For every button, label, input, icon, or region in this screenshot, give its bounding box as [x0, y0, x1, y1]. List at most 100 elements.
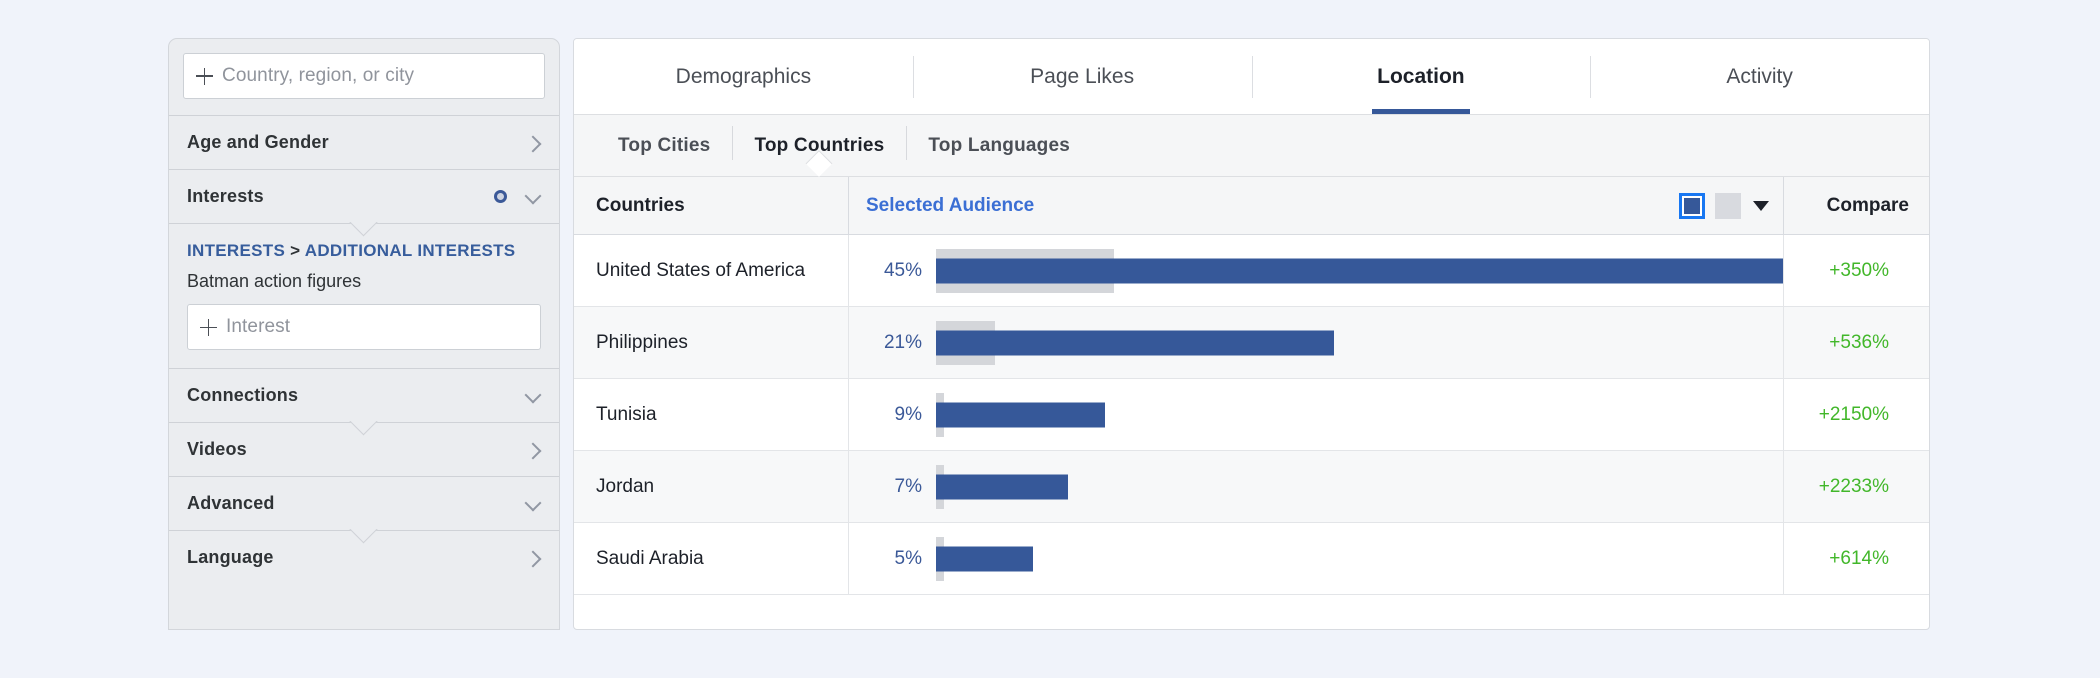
bar-track — [936, 379, 1783, 450]
sidebar-item-label: Language — [187, 547, 274, 568]
cell-compare: +2233% — [1783, 451, 1929, 522]
location-search-wrap: Country, region, or city — [169, 39, 559, 115]
table-row[interactable]: Philippines 21% +536% — [574, 307, 1929, 379]
cell-country: Jordan — [596, 475, 655, 497]
table-row[interactable]: Jordan 7% +2233% — [574, 451, 1929, 523]
interest-search-input[interactable]: Interest — [187, 304, 541, 351]
screen-root: Country, region, or city Age and Gender … — [0, 0, 2100, 678]
compare-value: +536% — [1829, 331, 1889, 353]
compare-value: +350% — [1829, 259, 1889, 281]
active-tab-underline — [1371, 109, 1470, 114]
location-search-input[interactable]: Country, region, or city — [183, 53, 545, 99]
tab-location[interactable]: Location — [1251, 39, 1591, 114]
subtab-top-countries[interactable]: Top Countries — [732, 125, 906, 160]
compare-value: +614% — [1829, 547, 1889, 569]
table-body: United States of America 45% +350% Phili… — [574, 235, 1929, 595]
audience-percent: 5% — [894, 547, 922, 569]
cell-country: Philippines — [596, 331, 688, 353]
cell-country: Saudi Arabia — [596, 547, 704, 569]
cell-compare: +2150% — [1783, 379, 1929, 450]
column-header-audience: Selected Audience — [848, 177, 1783, 234]
audience-percent: 21% — [883, 331, 922, 353]
selected-audience-link[interactable]: Selected Audience — [866, 195, 1034, 217]
sidebar-item-interests[interactable]: Interests — [169, 170, 559, 223]
bar-track — [936, 523, 1783, 594]
legend-swatch-selected-audience[interactable] — [1679, 192, 1705, 219]
caret-notch-icon — [347, 529, 381, 544]
audience-bar — [936, 474, 1069, 499]
plus-icon — [196, 67, 213, 85]
sidebar-item-advanced[interactable]: Advanced — [169, 477, 559, 531]
subtab-label: Top Cities — [618, 134, 711, 156]
targeting-sidebar: Country, region, or city Age and Gender … — [168, 38, 560, 630]
bar-track — [936, 235, 1783, 306]
caret-notch-icon — [347, 421, 381, 436]
chevron-right-icon[interactable] — [523, 548, 543, 568]
column-header-countries[interactable]: Countries — [574, 177, 848, 234]
tab-activity[interactable]: Activity — [1590, 39, 1929, 114]
tab-page-likes[interactable]: Page Likes — [912, 39, 1252, 114]
cell-audience: 5% — [848, 523, 1783, 594]
table-header-row: Countries Selected Audience Compare — [574, 177, 1929, 235]
breadcrumb-separator: > — [290, 241, 301, 260]
chevron-right-icon[interactable] — [523, 133, 543, 153]
table-row[interactable]: Tunisia 9% +2150% — [574, 379, 1929, 451]
interests-detail-panel: INTERESTS > ADDITIONAL INTERESTS Batman … — [169, 224, 559, 369]
tab-label: Location — [1377, 64, 1465, 88]
caret-down-icon[interactable] — [1753, 200, 1769, 211]
chevron-down-icon[interactable] — [523, 187, 543, 207]
selected-interest-value: Batman action figures — [187, 271, 362, 292]
cell-audience: 7% — [848, 451, 1783, 522]
audience-percent: 7% — [894, 475, 922, 497]
sidebar-item-label: Age and Gender — [187, 132, 329, 152]
cell-compare: +614% — [1783, 523, 1929, 594]
legend-swatch-compare[interactable] — [1715, 192, 1741, 219]
subtab-top-languages[interactable]: Top Languages — [906, 125, 1092, 160]
table-row[interactable]: Saudi Arabia 5% +614% — [574, 523, 1929, 595]
cell-compare: +536% — [1783, 307, 1929, 378]
sidebar-item-controls — [523, 133, 543, 153]
sidebar-item-age-and-gender[interactable]: Age and Gender — [169, 116, 559, 169]
sidebar-item-controls — [494, 187, 543, 207]
chevron-right-icon[interactable] — [523, 440, 543, 460]
cell-audience: 21% — [848, 307, 1783, 378]
cell-country: United States of America — [596, 259, 806, 281]
cell-audience: 9% — [848, 379, 1783, 450]
divider-with-notch — [169, 422, 559, 424]
sidebar-item-label: Videos — [187, 439, 247, 460]
audience-percent: 9% — [894, 403, 922, 425]
sidebar-item-label: Connections — [187, 385, 299, 406]
subtab-top-cities[interactable]: Top Cities — [596, 135, 732, 157]
target-dot-icon[interactable] — [494, 190, 507, 203]
subtab-label: Top Countries — [754, 134, 885, 156]
cell-country: Tunisia — [596, 403, 657, 425]
sidebar-item-label: Advanced — [187, 493, 275, 514]
cell-audience: 45% — [848, 235, 1783, 306]
interests-breadcrumb: INTERESTS > ADDITIONAL INTERESTS — [187, 240, 541, 262]
subtab-label: Top Languages — [928, 134, 1070, 156]
insights-panel: Demographics Page Likes Location Activit… — [573, 38, 1930, 630]
tab-label: Activity — [1726, 64, 1793, 88]
compare-value: +2233% — [1818, 475, 1889, 497]
sidebar-item-connections[interactable]: Connections — [169, 369, 559, 423]
compare-value: +2150% — [1818, 403, 1889, 425]
bar-track — [936, 451, 1783, 522]
tab-label: Page Likes — [1030, 64, 1135, 88]
audience-bar — [936, 546, 1034, 571]
cell-compare: +350% — [1783, 235, 1929, 306]
plus-icon — [200, 318, 217, 336]
secondary-tabbar: Top Cities Top Countries Top Languages — [574, 115, 1929, 177]
column-header-compare[interactable]: Compare — [1783, 177, 1929, 234]
table-row[interactable]: United States of America 45% +350% — [574, 235, 1929, 307]
breadcrumb-part-1: INTERESTS — [187, 241, 286, 260]
audience-percent: 45% — [883, 259, 922, 281]
chevron-down-icon[interactable] — [523, 494, 543, 514]
chevron-down-icon[interactable] — [523, 386, 543, 406]
sidebar-item-label: Interests — [187, 186, 264, 206]
audience-bar — [936, 330, 1335, 355]
tab-demographics[interactable]: Demographics — [574, 39, 913, 114]
tab-label: Demographics — [675, 64, 812, 88]
location-search-placeholder: Country, region, or city — [222, 65, 415, 86]
audience-bar — [936, 258, 1783, 283]
bar-track — [936, 307, 1783, 378]
